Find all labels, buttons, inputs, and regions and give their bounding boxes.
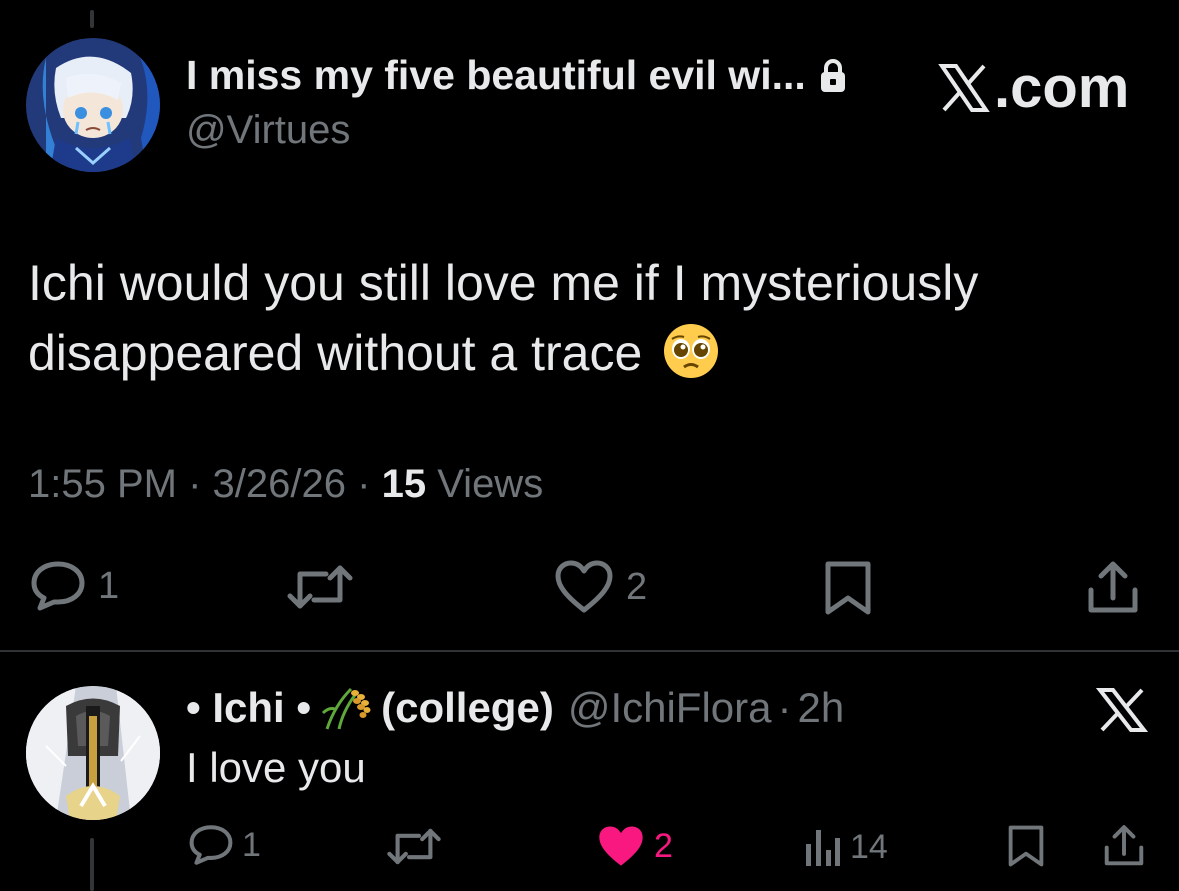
reply-text: I love you bbox=[186, 744, 366, 791]
display-name[interactable]: I miss my five beautiful evil wi... bbox=[186, 52, 848, 99]
reply-avatar[interactable] bbox=[26, 686, 160, 820]
reply-separator: · bbox=[777, 684, 792, 731]
x-logo-icon bbox=[938, 63, 990, 112]
reply-like-button[interactable]: 2 bbox=[596, 824, 673, 869]
tweet-meta: 1:55 PM · 3/26/26 · 15 Views bbox=[28, 462, 543, 507]
reply-handle[interactable]: @IchiFlora bbox=[568, 684, 772, 732]
meta-separator: · bbox=[357, 462, 371, 506]
views-label: Views bbox=[437, 462, 544, 506]
x-logo-icon bbox=[1096, 688, 1148, 732]
retweet-icon bbox=[287, 565, 353, 609]
display-name-text[interactable]: I miss my five beautiful evil wi... bbox=[186, 52, 806, 99]
reply-header: • Ichi • (college) @IchiFlora · 2h bbox=[186, 684, 844, 732]
reply-button[interactable]: 1 bbox=[30, 560, 119, 612]
views-count: 15 bbox=[381, 462, 427, 506]
tweet-screenshot: I miss my five beautiful evil wi... @Vir… bbox=[0, 0, 1179, 891]
tweet-time[interactable]: 1:55 PM bbox=[28, 462, 177, 506]
views-icon bbox=[806, 830, 840, 866]
reply-age[interactable]: 2h bbox=[798, 684, 845, 732]
reply-share-button[interactable] bbox=[1102, 824, 1146, 868]
tweet-text-line-1: Ichi would you still love me if I myster… bbox=[28, 255, 979, 311]
heart-icon bbox=[555, 560, 613, 613]
site-brand: .com bbox=[938, 54, 1129, 121]
like-button[interactable]: 2 bbox=[554, 560, 647, 614]
like-count: 2 bbox=[626, 565, 648, 608]
pleading-face-emoji bbox=[664, 324, 719, 378]
reply-like-count: 2 bbox=[654, 827, 673, 865]
tweet-text: Ichi would you still love me if I myster… bbox=[28, 248, 1128, 388]
reply-name-prefix[interactable]: • Ichi • bbox=[186, 684, 311, 732]
rice-icon bbox=[322, 687, 371, 730]
tweet-text-line-2-text: disappeared without a trace bbox=[28, 325, 643, 381]
tweet-date[interactable]: 3/26/26 bbox=[213, 462, 346, 506]
thread-line bbox=[90, 10, 94, 28]
meta-separator: · bbox=[188, 462, 202, 506]
site-brand-text: .com bbox=[994, 55, 1130, 120]
share-icon bbox=[1104, 825, 1144, 866]
heart-icon bbox=[599, 826, 643, 866]
bookmark-button[interactable] bbox=[822, 560, 874, 616]
reply-name-suffix[interactable]: (college) bbox=[381, 684, 554, 732]
reply-icon bbox=[31, 561, 85, 611]
bookmark-icon bbox=[825, 561, 871, 615]
lock-icon bbox=[820, 58, 845, 92]
reply-count: 1 bbox=[98, 564, 120, 607]
user-handle[interactable]: @Virtues bbox=[186, 108, 350, 153]
reply-views-count: 14 bbox=[850, 827, 888, 866]
reply-retweet-button[interactable] bbox=[386, 826, 442, 867]
reply-bookmark-button[interactable] bbox=[1006, 824, 1046, 868]
share-icon bbox=[1088, 561, 1138, 613]
reply-display-name[interactable]: • Ichi • (college) bbox=[186, 684, 554, 732]
retweet-button[interactable] bbox=[286, 562, 354, 612]
reply-reply-count: 1 bbox=[242, 825, 261, 864]
divider bbox=[0, 650, 1179, 652]
bookmark-icon bbox=[1008, 825, 1044, 867]
avatar[interactable] bbox=[26, 38, 160, 172]
reply-icon bbox=[189, 825, 233, 865]
reply-views-button[interactable]: 14 bbox=[804, 826, 888, 868]
tweet-text-line-2: disappeared without a trace bbox=[28, 318, 1128, 388]
retweet-icon bbox=[387, 828, 441, 865]
reply-reply-button[interactable]: 1 bbox=[188, 824, 261, 866]
share-button[interactable] bbox=[1085, 560, 1141, 616]
thread-line bbox=[90, 838, 94, 891]
